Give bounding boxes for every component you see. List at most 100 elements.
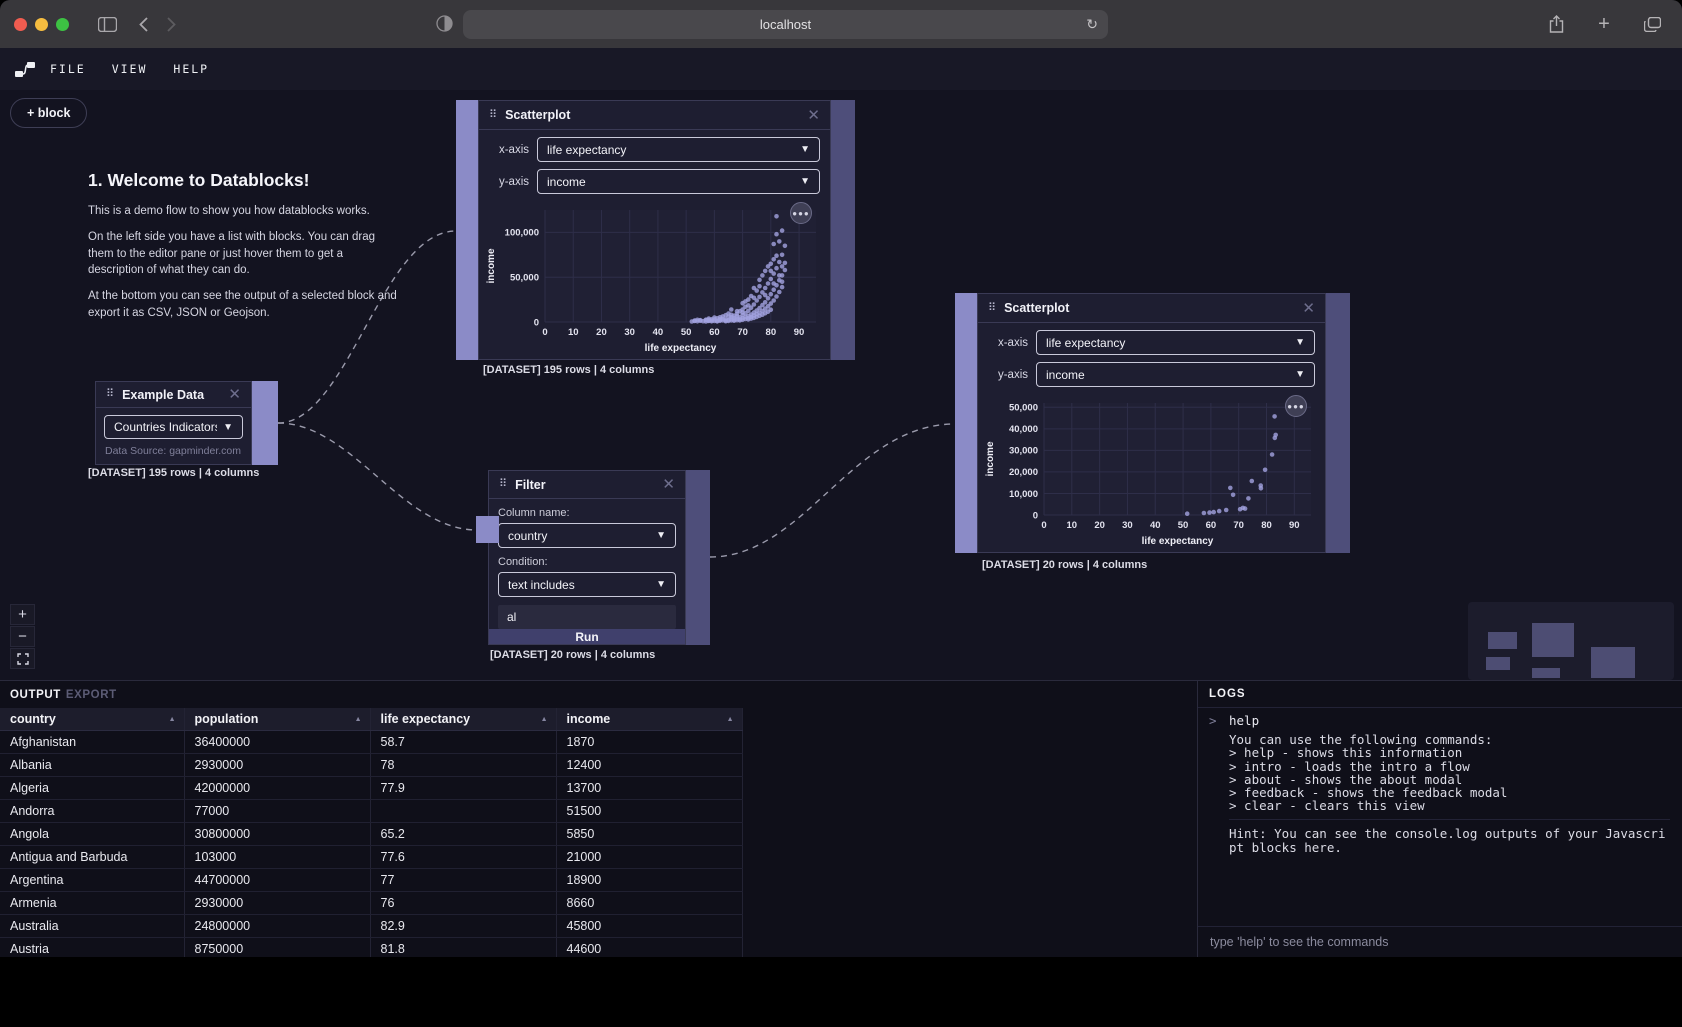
svg-text:50,000: 50,000 [510,273,539,284]
table-row[interactable]: Argentina447000007718900 [0,868,742,891]
svg-text:50,000: 50,000 [1009,403,1038,414]
dataset-select[interactable]: Countries Indicators ▼ [104,415,243,439]
url-bar[interactable]: localhost ↻ [463,10,1108,39]
condition-select[interactable]: text includes ▼ [498,572,676,597]
drag-handle-icon[interactable]: ⠿ [499,479,507,490]
sort-asc-icon[interactable]: ▲ [169,716,176,723]
browser-chrome: localhost ↻ + [0,0,1682,48]
chevron-down-icon: ▼ [800,176,810,187]
column-header[interactable]: life expectancy▲ [370,708,556,730]
zoom-out-button[interactable]: − [10,626,35,647]
close-icon[interactable]: ✕ [1302,301,1315,316]
close-icon[interactable]: ✕ [662,477,675,492]
output-handle[interactable] [252,381,278,465]
node-header[interactable]: ⠿ Filter ✕ [489,471,685,499]
minimize-window-button[interactable] [35,18,48,31]
sort-asc-icon[interactable]: ▲ [355,716,362,723]
table-cell: 65.2 [370,822,556,845]
svg-text:life expectancy: life expectancy [1142,536,1214,547]
welcome-heading: 1. Welcome to Datablocks! [88,170,400,191]
chevron-down-icon: ▼ [656,579,666,590]
node-header[interactable]: ⠿ Example Data ✕ [96,382,251,408]
table-row[interactable]: Austria875000081.844600 [0,937,742,957]
input-handle[interactable] [456,100,478,360]
menu-file[interactable]: FILE [50,62,86,76]
input-handle[interactable] [476,516,499,543]
column-header[interactable]: country▲ [0,708,184,730]
table-row[interactable]: Albania29300007812400 [0,753,742,776]
node-title: Filter [515,478,662,492]
datablocks-logo-icon [14,61,36,78]
logs-command-input[interactable] [1198,935,1682,949]
chart-options-icon[interactable]: ●●● [790,202,812,224]
table-row[interactable]: Australia2480000082.945800 [0,914,742,937]
y-axis-select[interactable]: income ▼ [537,169,820,194]
sort-asc-icon[interactable]: ▲ [541,716,548,723]
node-filter[interactable]: ⠿ Filter ✕ Column name: country ▼ Condit… [488,470,710,645]
y-axis-select[interactable]: income ▼ [1036,362,1315,387]
flow-canvas[interactable]: + block 1. Welcome to Datablocks! This i… [0,90,1682,680]
sort-asc-icon[interactable]: ▲ [727,716,734,723]
output-handle[interactable] [686,470,710,645]
table-row[interactable]: Afghanistan3640000058.71870 [0,730,742,753]
output-handle[interactable] [831,100,855,360]
chart-options-icon[interactable]: ●●● [1285,395,1307,417]
column-select[interactable]: country ▼ [498,523,676,548]
forward-icon[interactable] [157,10,185,38]
node-header[interactable]: ⠿ Scatterplot ✕ [479,101,830,130]
column-header[interactable]: population▲ [184,708,370,730]
node-scatterplot-2[interactable]: ⠿ Scatterplot ✕ x-axis life expectancy ▼… [955,293,1350,553]
share-icon[interactable] [1542,10,1570,38]
output-table: country▲population▲life expectancy▲incom… [0,708,743,957]
table-row[interactable]: Andorra7700051500 [0,799,742,822]
reload-icon[interactable]: ↻ [1086,16,1098,33]
back-icon[interactable] [129,10,157,38]
menu-help[interactable]: HELP [173,62,209,76]
node-header[interactable]: ⠿ Scatterplot ✕ [978,294,1325,323]
table-row[interactable]: Armenia2930000768660 [0,891,742,914]
table-row[interactable]: Antigua and Barbuda10300077.621000 [0,845,742,868]
dataset-caption: [DATASET] 20 rows | 4 columns [490,649,655,661]
x-axis-select[interactable]: life expectancy ▼ [537,137,820,162]
input-handle[interactable] [955,293,977,553]
fullscreen-window-button[interactable] [56,18,69,31]
add-block-button[interactable]: + block [10,98,87,128]
svg-text:40: 40 [653,327,664,338]
table-cell: Australia [0,914,184,937]
svg-text:income: income [985,441,996,476]
table-cell: 103000 [184,845,370,868]
table-cell: Algeria [0,776,184,799]
table-cell: 58.7 [370,730,556,753]
logs-panel: LOGS > help You can use the following co… [1197,681,1682,957]
fit-view-button[interactable] [10,648,35,669]
menu-view[interactable]: VIEW [112,62,148,76]
minimap[interactable] [1468,602,1674,680]
tab-overview-icon[interactable] [1638,10,1666,38]
data-source-note: Data Source: gapminder.com [105,445,243,457]
drag-handle-icon[interactable]: ⠿ [988,303,996,314]
zoom-in-button[interactable]: + [10,604,35,625]
table-row[interactable]: Angola3080000065.25850 [0,822,742,845]
column-header[interactable]: income▲ [556,708,742,730]
drag-handle-icon[interactable]: ⠿ [489,110,497,121]
sidebar-toggle-icon[interactable] [93,10,121,38]
table-cell: Antigua and Barbuda [0,845,184,868]
node-scatterplot-1[interactable]: ⠿ Scatterplot ✕ x-axis life expectancy ▼… [456,100,855,360]
welcome-paragraph: This is a demo flow to show you how data… [88,203,400,219]
svg-text:50: 50 [681,327,692,338]
close-window-button[interactable] [14,18,27,31]
tab-output[interactable]: OUTPUT [10,689,61,701]
output-handle[interactable] [1326,293,1350,553]
run-button[interactable]: Run [489,629,685,644]
close-icon[interactable]: ✕ [807,108,820,123]
filter-value-input[interactable] [498,605,676,629]
close-icon[interactable]: ✕ [228,387,241,402]
drag-handle-icon[interactable]: ⠿ [106,389,114,400]
x-axis-select[interactable]: life expectancy ▼ [1036,330,1315,355]
privacy-shield-icon [436,15,453,37]
node-example-data[interactable]: ⠿ Example Data ✕ Countries Indicators ▼ … [95,381,278,465]
table-row[interactable]: Algeria4200000077.913700 [0,776,742,799]
tab-export[interactable]: EXPORT [66,689,117,701]
log-entry: > help [1209,714,1670,733]
new-tab-icon[interactable]: + [1590,10,1618,38]
